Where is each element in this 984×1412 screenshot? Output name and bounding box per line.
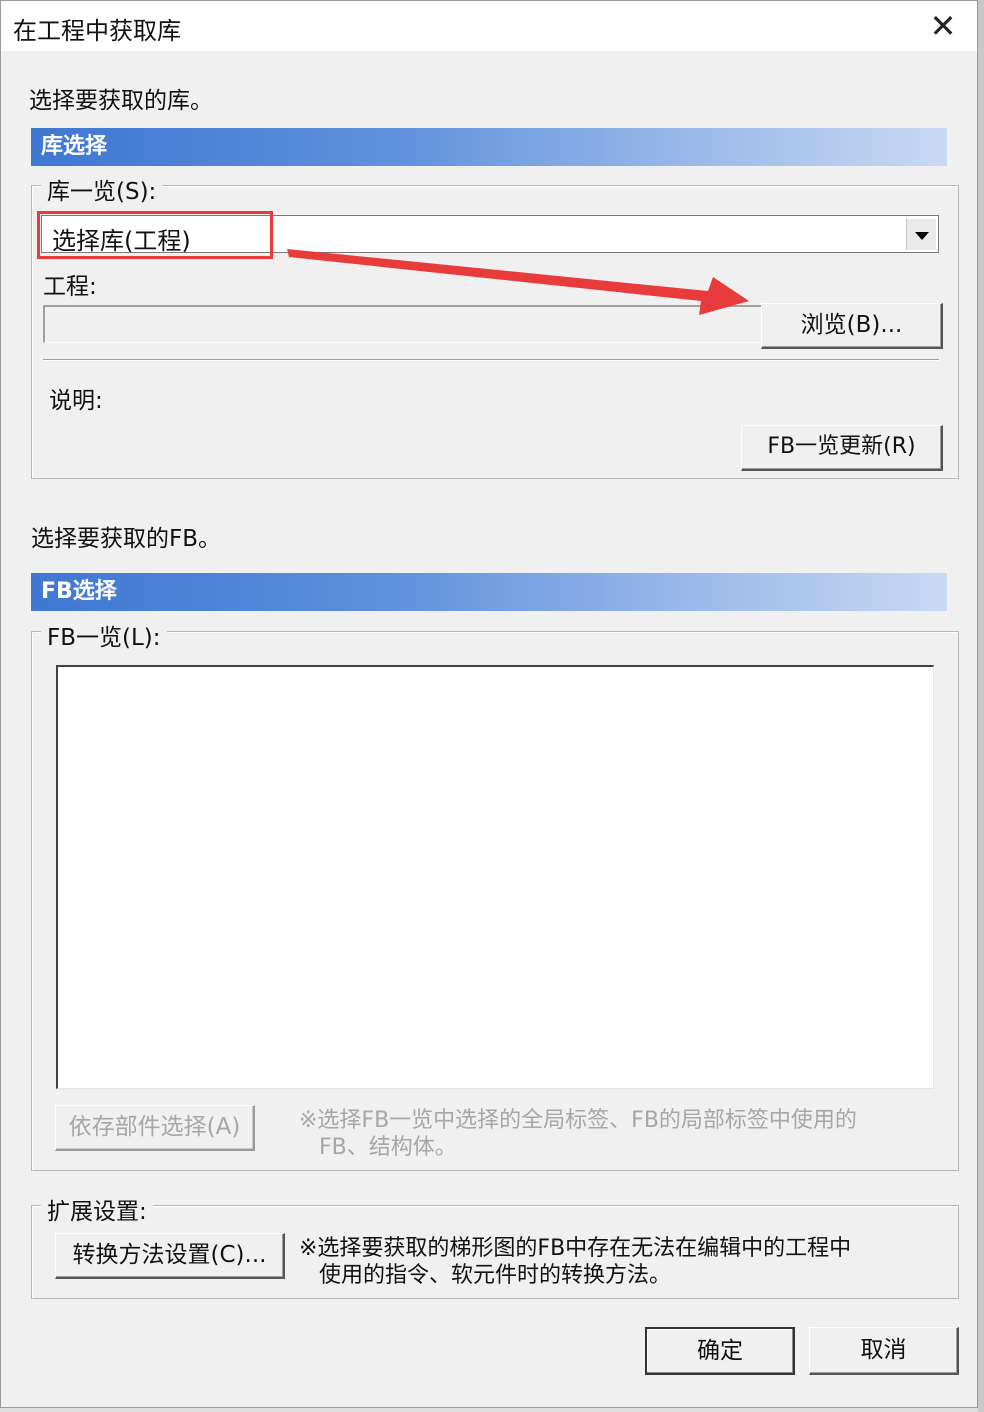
fb-list[interactable] <box>56 665 934 1089</box>
cancel-button[interactable]: 取消 <box>809 1327 959 1375</box>
get-library-dialog: 在工程中获取库 ✕ 选择要获取的库。 库选择 库一览(S): 选择库(工程) 工… <box>0 0 978 1408</box>
fb-instruction: 选择要获取的FB。 <box>31 526 222 552</box>
dependency-note: ※选择FB一览中选择的全局标签、FB的局部标签中使用的 FB、结构体。 <box>299 1107 857 1161</box>
fb-section-header: FB选择 <box>31 573 947 611</box>
conversion-note: ※选择要获取的梯形图的FB中存在无法在编辑中的工程中 使用的指令、软元件时的转换… <box>299 1235 851 1289</box>
extension-label: 扩展设置: <box>41 1192 153 1226</box>
conversion-note-line1: ※选择要获取的梯形图的FB中存在无法在编辑中的工程中 <box>299 1236 852 1261</box>
conversion-method-button[interactable]: 转换方法设置(C)... <box>55 1233 285 1279</box>
dependency-select-button[interactable]: 依存部件选择(A) <box>55 1105 255 1151</box>
dependency-note-line1: ※选择FB一览中选择的全局标签、FB的局部标签中使用的 <box>299 1108 857 1133</box>
dependency-note-line2: FB、结构体。 <box>319 1135 457 1160</box>
ok-button[interactable]: 确定 <box>645 1327 795 1375</box>
refresh-fb-list-button[interactable]: FB一览更新(R) <box>741 425 943 471</box>
fb-list-label: FB一览(L): <box>41 618 167 652</box>
conversion-note-line2: 使用的指令、软元件时的转换方法。 <box>319 1263 672 1288</box>
arrow-icon <box>287 249 749 315</box>
annotation-arrow <box>287 249 749 315</box>
